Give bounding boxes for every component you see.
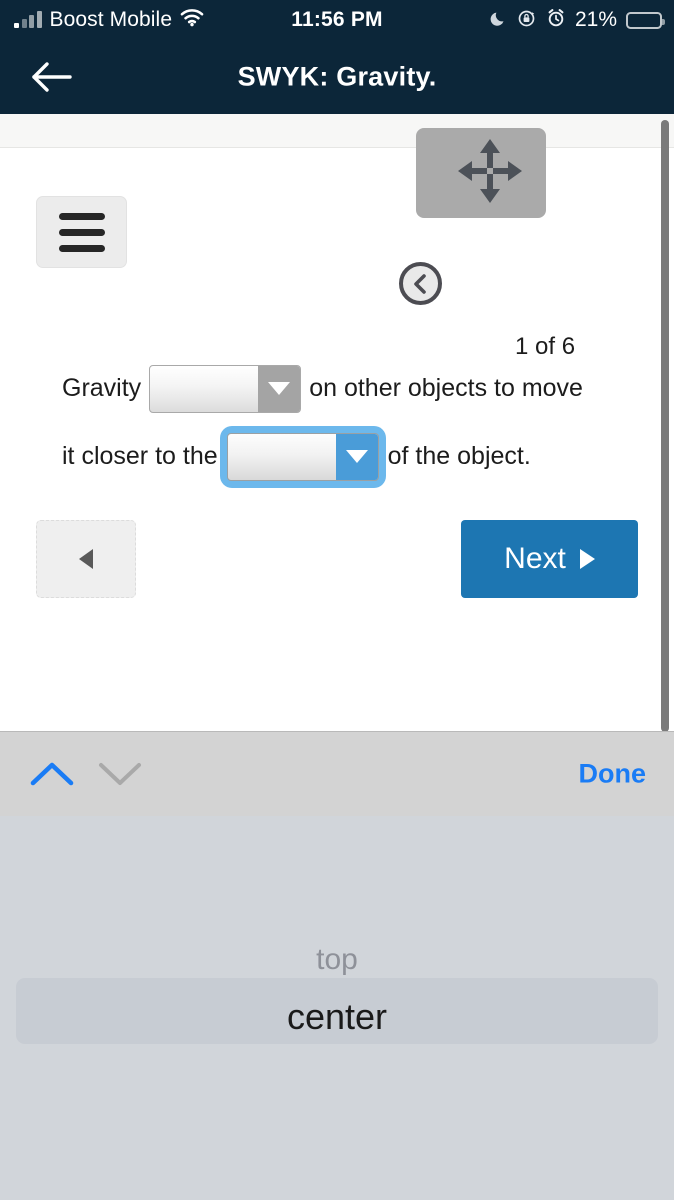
sentence-text-part2: on other objects to move: [309, 374, 583, 402]
alarm-clock-icon: [546, 8, 566, 33]
triangle-right-icon: [579, 549, 595, 569]
dropdown-2[interactable]: [226, 432, 379, 481]
battery-icon: [626, 11, 665, 29]
move-arrows-icon: [454, 135, 526, 212]
nav-bar: SWYK: Gravity.: [0, 40, 674, 114]
dropdown-1-value: [150, 366, 258, 412]
dropdown-2-focus-ring: [219, 425, 386, 488]
picker-option-selected[interactable]: center: [0, 996, 674, 1038]
sentence-text-part3: it closer to the: [62, 442, 218, 470]
picker-option-above[interactable]: top: [0, 943, 674, 977]
page-title: SWYK: Gravity.: [237, 61, 437, 92]
move-handle[interactable]: [416, 128, 546, 218]
chevron-down-icon: [258, 365, 301, 412]
hamburger-icon-line: [58, 244, 105, 252]
vertical-scrollbar[interactable]: [661, 120, 669, 732]
hamburger-icon-line: [58, 228, 105, 236]
next-button-label: Next: [504, 542, 566, 575]
dropdown-1[interactable]: [149, 364, 302, 413]
chevron-down-icon: [335, 433, 378, 480]
content-area: 1 of 6 Gravity on other objects to move …: [0, 114, 674, 731]
sentence-row-2: it closer to the of the object.: [62, 423, 662, 490]
rotation-lock-icon: [517, 8, 537, 33]
app-screen: Boost Mobile 11:56 PM 21% SWYK: Gravity.…: [0, 0, 674, 1200]
sentence-text-part4: of the object.: [387, 442, 531, 470]
content-top-strip: [0, 114, 674, 148]
done-button[interactable]: Done: [579, 759, 647, 790]
prev-button[interactable]: [36, 520, 136, 598]
dropdown-2-value: [228, 434, 336, 480]
collapse-chevron-icon[interactable]: [399, 262, 442, 305]
sentence-row-1: Gravity on other objects to move: [62, 355, 662, 422]
status-bar: Boost Mobile 11:56 PM 21%: [0, 0, 674, 40]
triangle-left-icon: [79, 549, 93, 569]
option-picker[interactable]: top center: [0, 816, 674, 1200]
next-button[interactable]: Next: [461, 520, 638, 598]
menu-button[interactable]: [36, 196, 127, 268]
battery-percent-label: 21%: [574, 8, 617, 31]
status-bar-right: 21%: [490, 8, 665, 33]
hamburger-icon-line: [58, 212, 105, 220]
chevron-up-icon[interactable]: [26, 751, 78, 797]
moon-icon: [490, 9, 508, 32]
question-sentence: Gravity on other objects to move it clos…: [62, 355, 662, 490]
chevron-down-icon[interactable]: [94, 751, 146, 797]
sentence-text-part1: Gravity: [62, 374, 142, 402]
keyboard-accessory-bar: Done: [0, 731, 674, 816]
